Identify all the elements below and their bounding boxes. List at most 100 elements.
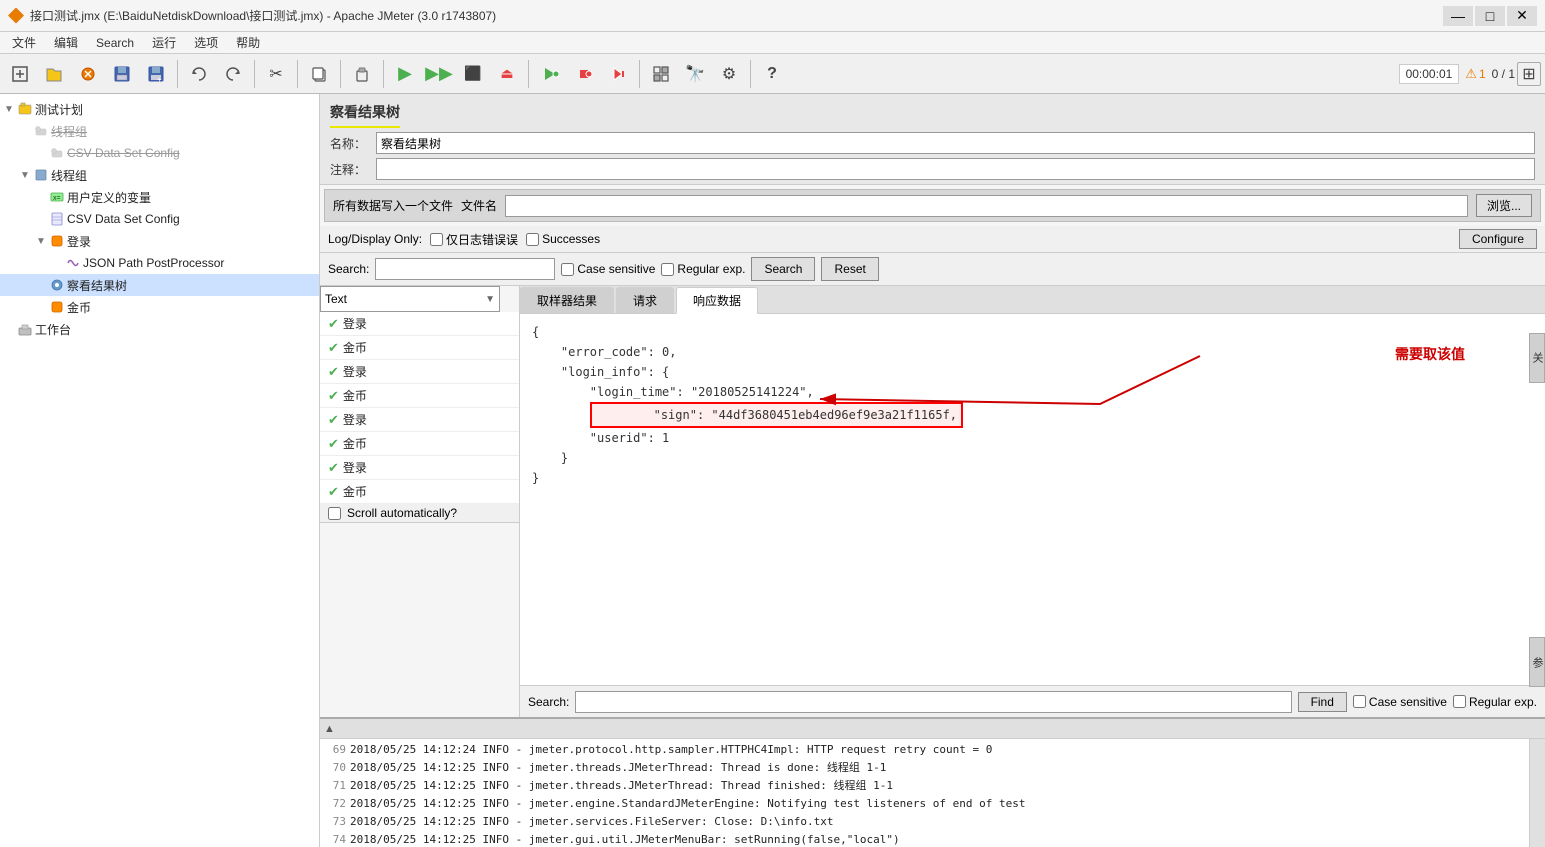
menu-options[interactable]: 选项: [186, 32, 226, 53]
toolbar-stop[interactable]: ⬛: [457, 58, 489, 90]
menu-bar: 文件 编辑 Search 运行 选项 帮助: [0, 32, 1545, 54]
tree-item-csv-data-set[interactable]: CSV Data Set Config: [0, 208, 319, 230]
toolbar-save-as[interactable]: +: [140, 58, 172, 90]
regular-exp-checkbox[interactable]: [661, 263, 674, 276]
successes-checkbox[interactable]: [526, 233, 539, 246]
toolbar-shutdown[interactable]: ⏏: [491, 58, 523, 90]
case-sensitive-wrap[interactable]: Case sensitive: [561, 262, 655, 276]
minimize-button[interactable]: —: [1443, 6, 1473, 26]
filename-input[interactable]: [505, 195, 1468, 217]
bottom-regex-wrap[interactable]: Regular exp.: [1453, 695, 1537, 709]
tree-item-login[interactable]: ▼登录: [0, 230, 319, 252]
menu-edit[interactable]: 编辑: [46, 32, 86, 53]
file-section-label: 所有数据写入一个文件: [333, 197, 453, 214]
toolbar-save[interactable]: [106, 58, 138, 90]
log-scrollbar[interactable]: [1529, 739, 1545, 847]
regular-exp-wrap[interactable]: Regular exp.: [661, 262, 745, 276]
log-line-text: 2018/05/25 14:12:25 INFO - jmeter.servic…: [350, 815, 833, 828]
tree-item-user-vars[interactable]: x=用户定义的变量: [0, 186, 319, 208]
toolbar-revert[interactable]: [183, 58, 215, 90]
tree-item-workbench[interactable]: 工作台: [0, 318, 319, 340]
log-header: ▲: [320, 719, 1545, 739]
log-line-num: 74: [324, 831, 346, 847]
tab-sampler[interactable]: 取样器结果: [520, 287, 614, 313]
toolbar-expand[interactable]: [645, 58, 677, 90]
errors-checkbox[interactable]: [430, 233, 443, 246]
maximize-button[interactable]: □: [1475, 6, 1505, 26]
right-edge-params-btn[interactable]: 参: [1529, 637, 1545, 687]
toolbar-paste[interactable]: [346, 58, 378, 90]
regular-exp-label: Regular exp.: [677, 262, 745, 276]
right-edge-close-btn[interactable]: 关: [1529, 333, 1545, 383]
tree-item-gold[interactable]: 金币: [0, 296, 319, 318]
toolbar-play-no-pause[interactable]: ▶▶: [423, 58, 455, 90]
text-dropdown[interactable]: Text ▼: [320, 286, 500, 312]
bottom-regex-label: Regular exp.: [1469, 695, 1537, 709]
tree-item-json-path[interactable]: JSON Path PostProcessor: [0, 252, 319, 274]
menu-file[interactable]: 文件: [4, 32, 44, 53]
toolbar-counter-btn[interactable]: ⊞: [1517, 62, 1541, 86]
toolbar-play[interactable]: ▶: [389, 58, 421, 90]
name-input[interactable]: [376, 132, 1535, 154]
log-line: 722018/05/25 14:12:25 INFO - jmeter.engi…: [324, 795, 1525, 813]
toolbar-copy[interactable]: [303, 58, 335, 90]
result-item-r4[interactable]: ✔金币: [320, 384, 519, 408]
check-icon: ✔: [328, 412, 339, 428]
menu-search[interactable]: Search: [88, 34, 142, 52]
toolbar-close[interactable]: [72, 58, 104, 90]
title-bar: 接口测试.jmx (E:\BaiduNetdiskDownload\接口测试.j…: [0, 0, 1545, 32]
result-item-label: 登录: [343, 363, 367, 380]
scroll-checkbox[interactable]: [328, 507, 341, 520]
toolbar-remote-stop[interactable]: [568, 58, 600, 90]
reset-button[interactable]: Reset: [821, 257, 878, 281]
bottom-case-checkbox[interactable]: [1353, 695, 1366, 708]
toolbar-settings[interactable]: ⚙: [713, 58, 745, 90]
tree-item-thread-group-disabled[interactable]: 线程组: [0, 120, 319, 142]
log-line: 732018/05/25 14:12:25 INFO - jmeter.serv…: [324, 813, 1525, 831]
bottom-case-wrap[interactable]: Case sensitive: [1353, 695, 1447, 709]
menu-help[interactable]: 帮助: [228, 32, 268, 53]
tree-item-view-results-tree[interactable]: 察看结果树: [0, 274, 319, 296]
browse-button[interactable]: 浏览...: [1476, 194, 1532, 217]
tree-item-csv-data-set-disabled[interactable]: CSV Data Set Config: [0, 142, 319, 164]
toolbar-binoculars[interactable]: 🔭: [679, 58, 711, 90]
result-item-r3[interactable]: ✔登录: [320, 360, 519, 384]
bottom-regex-checkbox[interactable]: [1453, 695, 1466, 708]
tab-request[interactable]: 请求: [616, 287, 674, 313]
search-bottom-input[interactable]: [575, 691, 1291, 713]
tree-item-thread-group[interactable]: ▼线程组: [0, 164, 319, 186]
toolbar-remote-shutdown[interactable]: [602, 58, 634, 90]
close-button[interactable]: ✕: [1507, 6, 1537, 26]
search-button[interactable]: Search: [751, 257, 815, 281]
result-item-label: 登录: [343, 459, 367, 476]
svg-text:x=: x=: [53, 195, 61, 202]
toolbar-remote-start[interactable]: [534, 58, 566, 90]
left-panel: ▼测试计划线程组CSV Data Set Config▼线程组x=用户定义的变量…: [0, 94, 320, 847]
result-item-r6[interactable]: ✔金币: [320, 432, 519, 456]
json-line-6: }: [532, 448, 1533, 468]
comment-input[interactable]: [376, 158, 1535, 180]
result-item-r1[interactable]: ✔登录: [320, 312, 519, 336]
errors-label-wrap[interactable]: 仅日志错误误: [430, 231, 518, 248]
result-item-r7[interactable]: ✔登录: [320, 456, 519, 480]
case-sensitive-checkbox[interactable]: [561, 263, 574, 276]
tree-item-test-plan[interactable]: ▼测试计划: [0, 98, 319, 120]
find-button[interactable]: Find: [1298, 692, 1347, 712]
toolbar-redo[interactable]: [217, 58, 249, 90]
toolbar-open[interactable]: [38, 58, 70, 90]
log-row: 692018/05/25 14:12:24 INFO - jmeter.prot…: [320, 739, 1545, 847]
toolbar-cut[interactable]: ✂: [260, 58, 292, 90]
successes-label-wrap[interactable]: Successes: [526, 232, 600, 246]
title-left: 接口测试.jmx (E:\BaiduNetdiskDownload\接口测试.j…: [8, 7, 496, 24]
result-item-r5[interactable]: ✔登录: [320, 408, 519, 432]
configure-button[interactable]: Configure: [1459, 229, 1537, 249]
search-top-input[interactable]: [375, 258, 555, 280]
result-item-r8[interactable]: ✔金币: [320, 480, 519, 504]
log-line: 712018/05/25 14:12:25 INFO - jmeter.thre…: [324, 777, 1525, 795]
result-item-r2[interactable]: ✔金币: [320, 336, 519, 360]
toolbar-help[interactable]: ?: [756, 58, 788, 90]
tree-label-csv-data-set: CSV Data Set Config: [67, 212, 180, 226]
toolbar-new[interactable]: [4, 58, 36, 90]
menu-run[interactable]: 运行: [144, 32, 184, 53]
tab-response[interactable]: 响应数据: [676, 287, 758, 314]
